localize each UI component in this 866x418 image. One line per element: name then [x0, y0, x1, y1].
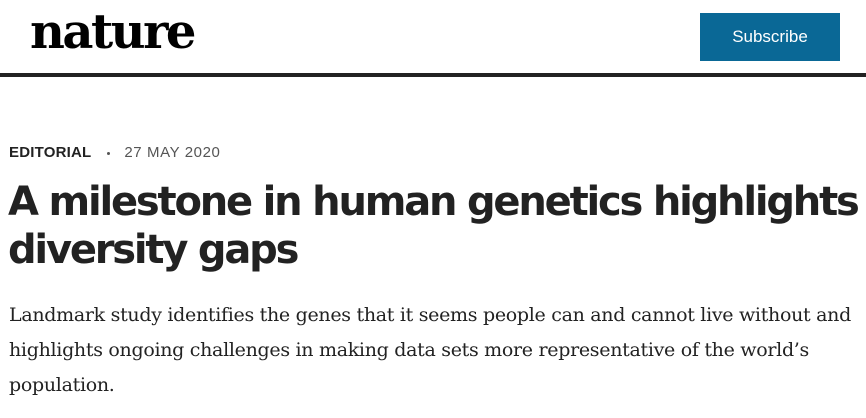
site-header: nature Subscribe	[0, 0, 866, 77]
nature-logo[interactable]: nature	[30, 2, 196, 62]
separator-dot	[107, 151, 111, 155]
article-standfirst: Landmark study identifies the genes that…	[9, 304, 851, 396]
article-meta: EDITORIAL 27 MAY 2020	[9, 142, 220, 164]
article-title: A milestone in human genetics highlights…	[8, 179, 860, 273]
publish-date: 27 MAY 2020	[124, 144, 221, 161]
subscribe-button[interactable]: Subscribe	[700, 13, 840, 61]
article-type-label: EDITORIAL	[9, 144, 92, 161]
